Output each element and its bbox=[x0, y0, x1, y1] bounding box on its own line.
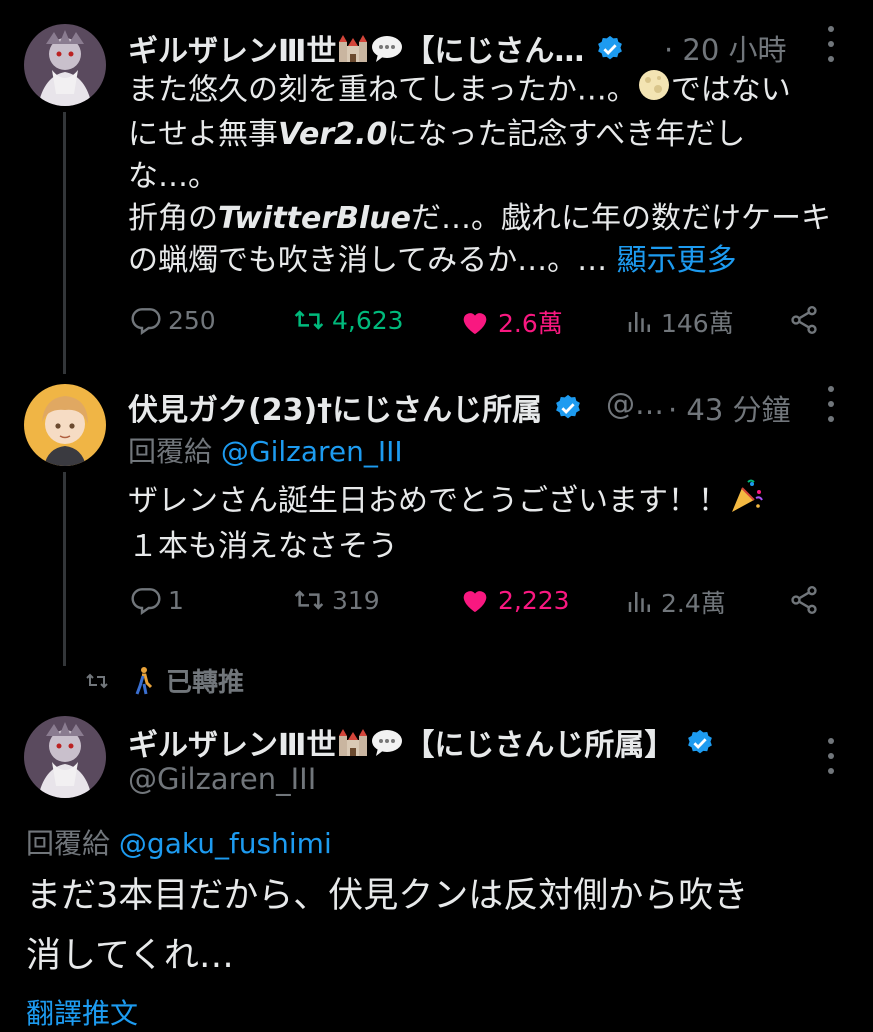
party-popper-icon bbox=[728, 478, 764, 526]
views-button[interactable]: 146萬 bbox=[625, 304, 734, 340]
verified-badge-icon bbox=[553, 393, 583, 431]
reply-button[interactable]: 1 bbox=[130, 584, 184, 616]
author-name: ギルザレンⅢ世 bbox=[128, 34, 337, 69]
tweet2-time[interactable]: · 43 分鐘 bbox=[668, 387, 791, 429]
share-button[interactable] bbox=[788, 304, 826, 336]
tweet2-author[interactable]: 伏見ガク(23)†にじさんじ所属 bbox=[128, 385, 583, 431]
speech-bubble-icon bbox=[370, 34, 404, 72]
author-name-tail: 【にじさん… bbox=[404, 34, 585, 69]
full-moon-icon bbox=[637, 68, 671, 114]
more-options-button[interactable] bbox=[827, 26, 835, 62]
tweet1-time[interactable]: · 20 小時 bbox=[664, 27, 787, 69]
tweet2-body: ザレンさん誕生日おめでとうございます！！ １本も消えなさそう bbox=[128, 478, 848, 568]
share-icon bbox=[791, 306, 817, 334]
share-icon bbox=[791, 586, 817, 614]
tweet2-reply-to: 回覆給 @Gilzaren_III bbox=[128, 435, 403, 468]
verified-badge-icon bbox=[685, 728, 715, 766]
author-name-tail: 【にじさんじ所属】 bbox=[404, 728, 675, 763]
retweet-label: 已轉推 bbox=[84, 662, 244, 699]
heart-icon bbox=[463, 313, 487, 334]
castle-icon bbox=[336, 728, 370, 766]
retweet-icon bbox=[294, 590, 324, 610]
views-icon bbox=[628, 592, 650, 612]
tweet3-author[interactable]: ギルザレンⅢ世 【にじさんじ所属】 bbox=[128, 720, 715, 766]
reply-icon bbox=[131, 308, 161, 335]
avatar-gilzaren[interactable] bbox=[24, 716, 106, 798]
verified-badge-icon bbox=[595, 34, 625, 72]
like-button[interactable]: 2.6萬 bbox=[458, 304, 563, 340]
tweet3-reply-to: 回覆給 @gaku_fushimi bbox=[26, 827, 332, 860]
tweet1-body: また悠久の刻を重ねてしまったか…。 ではない にせよ無事Ver2.0になった記念す… bbox=[128, 68, 848, 282]
reply-handle-link[interactable]: @gaku_fushimi bbox=[119, 827, 332, 860]
reply-handle-link[interactable]: @Gilzaren_III bbox=[221, 435, 403, 468]
person-walking-icon bbox=[135, 666, 153, 695]
castle-icon bbox=[336, 34, 370, 72]
views-button[interactable]: 2.4萬 bbox=[625, 584, 726, 620]
retweet-button[interactable]: 319 bbox=[292, 584, 380, 616]
avatar-gilzaren[interactable] bbox=[24, 24, 106, 106]
avatar-fushimi[interactable] bbox=[24, 384, 106, 466]
reply-icon bbox=[131, 588, 161, 615]
thread-line bbox=[63, 472, 66, 666]
more-options-button[interactable] bbox=[827, 386, 835, 422]
share-button[interactable] bbox=[788, 584, 826, 616]
more-options-button[interactable] bbox=[827, 738, 835, 774]
tweet1-author[interactable]: ギルザレンⅢ世 【にじさん… bbox=[128, 26, 625, 72]
views-icon bbox=[628, 312, 650, 332]
tweet3-handle[interactable]: @Gilzaren_III bbox=[128, 762, 316, 796]
reply-button[interactable]: 250 bbox=[130, 304, 216, 336]
show-more-link[interactable]: 顯示更多 bbox=[617, 243, 737, 278]
tweet2-handle[interactable]: @… bbox=[606, 387, 664, 421]
like-button[interactable]: 2,223 bbox=[458, 584, 570, 616]
heart-icon bbox=[463, 591, 487, 612]
author-name: 伏見ガク(23)†にじさんじ所属 bbox=[128, 393, 543, 428]
thread-line bbox=[63, 112, 66, 374]
speech-bubble-icon bbox=[370, 728, 404, 766]
retweet-button[interactable]: 4,623 bbox=[292, 304, 404, 336]
author-name: ギルザレンⅢ世 bbox=[128, 728, 337, 763]
tweet3-body: まだ3本目だから、伏見クンは反対側から吹き 消してくれ… bbox=[26, 876, 749, 976]
retweet-icon bbox=[294, 310, 324, 330]
translate-tweet-link[interactable]: 翻譯推文 bbox=[26, 992, 138, 1032]
retweet-icon bbox=[86, 673, 108, 688]
